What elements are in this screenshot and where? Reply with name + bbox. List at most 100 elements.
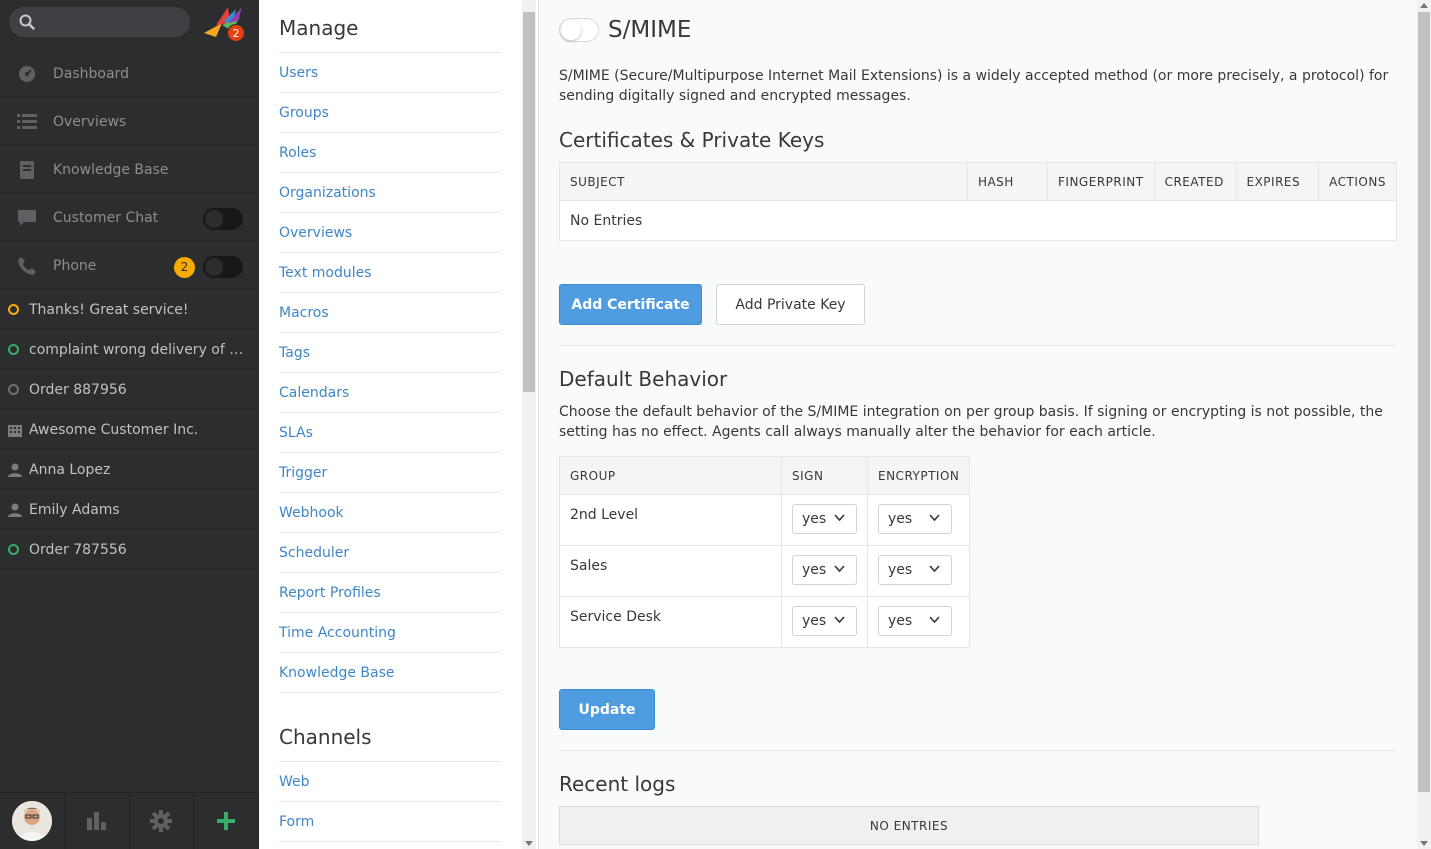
scroll-up-arrow-icon[interactable] xyxy=(1420,3,1428,8)
menu-item-15[interactable]: Knowledge Base xyxy=(279,653,501,693)
nav-dashboard[interactable]: Dashboard xyxy=(0,50,259,98)
avatar[interactable] xyxy=(11,801,52,841)
menu-scrollbar[interactable] xyxy=(522,0,536,849)
settings-button[interactable] xyxy=(130,793,195,849)
reports-button[interactable] xyxy=(65,793,130,849)
nav-customer-chat[interactable]: Customer Chat xyxy=(0,194,259,242)
group-name: 2nd Level xyxy=(559,494,782,546)
task-item[interactable]: Order 887956 xyxy=(0,370,259,410)
encryption-select-value: yes xyxy=(888,562,913,578)
main-scrollbar-thumb[interactable] xyxy=(1418,12,1430,792)
col-group: GROUP xyxy=(559,456,782,495)
menu-item-8[interactable]: Calendars xyxy=(279,373,501,413)
main-content: S/MIME S/MIME (Secure/Multipurpose Inter… xyxy=(539,0,1417,849)
page-title: S/MIME xyxy=(608,17,692,43)
customer-chat-toggle[interactable] xyxy=(203,208,243,230)
update-button[interactable]: Update xyxy=(559,689,655,730)
col-fingerprint[interactable]: FINGERPRINT xyxy=(1047,162,1155,201)
sign-select[interactable]: yes xyxy=(792,504,857,534)
bar-chart-icon xyxy=(86,812,106,830)
col-hash[interactable]: HASH xyxy=(966,162,1049,201)
nav-bottom-bar xyxy=(0,792,259,849)
create-button[interactable] xyxy=(194,793,259,849)
search-box[interactable] xyxy=(9,7,190,37)
certificates-table: SUBJECT HASH FINGERPRINT CREATED EXPIRES… xyxy=(559,162,1397,241)
menu-item-0[interactable]: Users xyxy=(279,53,501,93)
group-behavior-table: GROUP SIGN ENCRYPTION 2nd Level yes yes … xyxy=(559,456,971,648)
encryption-select[interactable]: yes xyxy=(878,504,952,534)
channel-item-2[interactable]: Email xyxy=(279,842,501,849)
table-header-row: SUBJECT HASH FINGERPRINT CREATED EXPIRES… xyxy=(559,162,1397,201)
nav-knowledge-base-label: Knowledge Base xyxy=(53,161,169,178)
add-certificate-button[interactable]: Add Certificate xyxy=(559,284,702,325)
scroll-down-arrow-icon[interactable] xyxy=(525,841,533,846)
menu-item-3[interactable]: Organizations xyxy=(279,173,501,213)
channel-item-0[interactable]: Web xyxy=(279,762,501,802)
smime-enable-switch[interactable] xyxy=(559,18,599,42)
channel-item-1[interactable]: Form xyxy=(279,802,501,842)
manage-list: Users Groups Roles Organizations Overviews Te… xyxy=(279,53,501,693)
menu-item-6[interactable]: Macros xyxy=(279,293,501,333)
channels-heading: Channels xyxy=(279,725,501,762)
scroll-down-arrow-icon[interactable] xyxy=(1420,841,1428,846)
dashboard-icon xyxy=(17,64,37,84)
menu-item-4[interactable]: Overviews xyxy=(279,213,501,253)
status-circle-icon xyxy=(8,304,19,315)
nav-customer-chat-label: Customer Chat xyxy=(53,209,159,226)
list-icon xyxy=(17,112,37,132)
encryption-select[interactable]: yes xyxy=(878,555,952,585)
task-item[interactable]: Thanks! Great service! xyxy=(0,290,259,330)
task-item[interactable]: Awesome Customer Inc. xyxy=(0,410,259,450)
sign-select[interactable]: yes xyxy=(792,606,857,636)
menu-item-13[interactable]: Report Profiles xyxy=(279,573,501,613)
manage-heading: Manage xyxy=(279,16,501,53)
task-item[interactable]: Order 787556 xyxy=(0,530,259,570)
main-scrollbar[interactable] xyxy=(1417,0,1431,849)
sign-select[interactable]: yes xyxy=(792,555,857,585)
task-item[interactable]: complaint wrong delivery of order xyxy=(0,330,259,370)
encryption-select[interactable]: yes xyxy=(878,606,952,636)
admin-menu: Manage Users Groups Roles Organizations Over… xyxy=(259,0,539,849)
nav-knowledge-base[interactable]: Knowledge Base xyxy=(0,146,259,194)
menu-item-2[interactable]: Roles xyxy=(279,133,501,173)
encryption-select-value: yes xyxy=(888,613,913,629)
nav-overviews[interactable]: Overviews xyxy=(0,98,259,146)
add-private-key-button[interactable]: Add Private Key xyxy=(716,284,865,325)
status-circle-icon xyxy=(8,384,19,395)
menu-item-9[interactable]: SLAs xyxy=(279,413,501,453)
task-label: Awesome Customer Inc. xyxy=(29,421,199,438)
menu-item-10[interactable]: Trigger xyxy=(279,453,501,493)
col-expires[interactable]: EXPIRES xyxy=(1235,162,1320,201)
menu-item-11[interactable]: Webhook xyxy=(279,493,501,533)
status-circle-icon xyxy=(8,544,19,555)
divider xyxy=(559,750,1397,751)
encryption-cell: yes xyxy=(866,596,971,648)
notification-badge: 2 xyxy=(227,24,245,42)
book-icon xyxy=(17,160,37,180)
chevron-down-icon xyxy=(834,565,845,573)
recent-logs-empty: NO ENTRIES xyxy=(559,806,1259,845)
task-item[interactable]: Anna Lopez xyxy=(0,450,259,490)
task-label: Anna Lopez xyxy=(29,461,111,478)
search-icon xyxy=(19,14,35,30)
main-navigation: 2 Dashboard Overviews Knowledge Base Cus… xyxy=(0,0,259,849)
menu-item-5[interactable]: Text modules xyxy=(279,253,501,293)
search-input[interactable] xyxy=(41,12,181,32)
menu-item-14[interactable]: Time Accounting xyxy=(279,613,501,653)
nav-overviews-label: Overviews xyxy=(53,113,127,130)
col-subject[interactable]: SUBJECT xyxy=(559,162,968,201)
task-label: Order 787556 xyxy=(29,541,127,558)
menu-item-12[interactable]: Scheduler xyxy=(279,533,501,573)
col-actions: ACTIONS xyxy=(1318,162,1397,201)
col-created[interactable]: CREATED xyxy=(1153,162,1237,201)
menu-item-7[interactable]: Tags xyxy=(279,333,501,373)
avatar-button[interactable] xyxy=(0,793,65,849)
sign-select-value: yes xyxy=(802,511,827,527)
menu-item-1[interactable]: Groups xyxy=(279,93,501,133)
phone-toggle[interactable] xyxy=(203,256,243,278)
col-encryption: ENCRYPTION xyxy=(866,456,971,495)
task-label: Order 887956 xyxy=(29,381,127,398)
nav-phone[interactable]: Phone 2 xyxy=(0,242,259,290)
menu-scrollbar-thumb[interactable] xyxy=(523,12,535,392)
task-item[interactable]: Emily Adams xyxy=(0,490,259,530)
